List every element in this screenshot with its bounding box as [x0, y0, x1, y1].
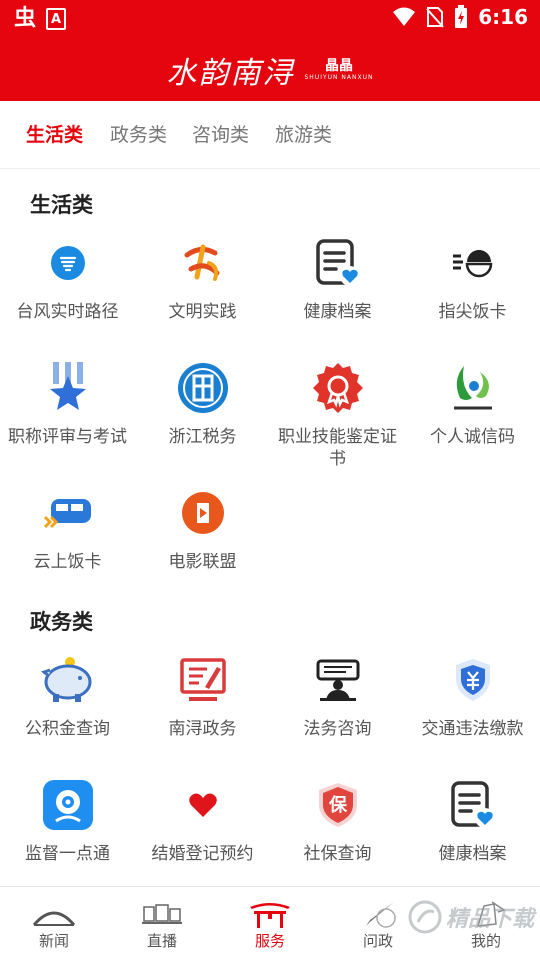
heart-icon — [173, 775, 233, 835]
service-legal-consult[interactable]: 法务咨询 — [270, 650, 405, 740]
live-icon — [139, 899, 185, 929]
tab-life[interactable]: 生活类 — [26, 121, 83, 149]
typhoon-icon — [38, 233, 98, 293]
service-typhoon[interactable]: 台风实时路径 — [0, 233, 135, 323]
download-site-watermark: 精品下载 — [408, 900, 534, 934]
item-label: 职称评审与考试 — [8, 427, 127, 447]
service-health-record[interactable]: 健康档案 — [270, 233, 405, 323]
gate-icon — [247, 899, 293, 929]
item-label: 指尖饭卡 — [438, 302, 507, 322]
item-label: 浙江税务 — [168, 427, 237, 447]
nav-label: 我的 — [470, 932, 501, 950]
status-bar-system: 6:16 — [392, 5, 528, 29]
item-label: 交通违法缴款 — [421, 719, 524, 739]
nav-label: 直播 — [146, 932, 177, 950]
nav-service[interactable]: 服务 — [216, 887, 324, 960]
item-label: 台风实时路径 — [16, 302, 119, 322]
item-label: 文明实践 — [168, 302, 237, 322]
tab-consulting[interactable]: 咨询类 — [192, 121, 249, 149]
watermark-text: 精品下载 — [445, 907, 534, 932]
social-security-icon: 保 — [308, 775, 368, 835]
logo-subtitle-cn: 晶晶 — [324, 58, 353, 74]
service-housing-fund[interactable]: 公积金查询 — [0, 650, 135, 740]
logo-subtitle-en: SHUIYUN NANXUN — [304, 74, 374, 81]
nav-label: 新闻 — [38, 932, 69, 950]
title-review-icon — [38, 358, 98, 418]
item-label: 个人诚信码 — [430, 427, 515, 447]
brush-icon — [355, 899, 401, 929]
certificate-icon — [308, 358, 368, 418]
service-health-record-2[interactable]: 健康档案 — [405, 775, 540, 865]
nav-live[interactable]: 直播 — [108, 887, 216, 960]
item-label: 监督一点通 — [25, 844, 110, 864]
film-icon — [173, 483, 233, 543]
notification-app-icon: 虫 — [14, 6, 37, 31]
service-title-review[interactable]: 职称评审与考试 — [0, 358, 135, 448]
health-record-icon — [308, 233, 368, 293]
item-label: 职业技能鉴定证书 — [278, 427, 397, 469]
item-label: 社保查询 — [303, 844, 372, 864]
logo-subtitle: 晶晶 SHUIYUN NANXUN — [304, 58, 373, 82]
nav-label: 问政 — [362, 932, 393, 950]
meal-card-icon — [443, 233, 503, 293]
item-label: 结婚登记预约 — [151, 844, 254, 864]
status-bar: 虫 A 6:16 — [0, 0, 540, 38]
tax-icon — [173, 358, 233, 418]
service-social-security[interactable]: 保 社保查询 — [270, 775, 405, 865]
tab-government[interactable]: 政务类 — [110, 121, 167, 149]
nav-news[interactable]: 新闻 — [0, 887, 108, 960]
battery-charging-icon — [455, 5, 468, 28]
service-cloud-meal-card[interactable]: 云上饭卡 — [0, 483, 135, 573]
logo-title: 水韵南浔 — [166, 56, 295, 91]
item-label: 法务咨询 — [303, 719, 372, 739]
service-film[interactable]: 电影联盟 — [135, 483, 270, 573]
service-meal-card[interactable]: 指尖饭卡 — [405, 233, 540, 323]
service-tax[interactable]: 浙江税务 — [135, 358, 270, 448]
piggy-bank-icon — [38, 650, 98, 710]
service-traffic-fine[interactable]: 交通违法缴款 — [405, 650, 540, 740]
section-title-life: 生活类 — [30, 193, 93, 217]
bridge-icon — [31, 899, 77, 929]
category-tabs: 生活类 政务类 咨询类 旅游类 — [0, 101, 540, 169]
traffic-fine-icon — [443, 650, 503, 710]
service-civilization[interactable]: 文明实践 — [135, 233, 270, 323]
notification-pdf-icon: A — [46, 8, 67, 30]
nav-label: 服务 — [254, 932, 285, 950]
civilization-icon — [173, 233, 233, 293]
health-record-icon — [443, 775, 503, 835]
item-label: 健康档案 — [438, 844, 507, 864]
service-credit-code[interactable]: 个人诚信码 — [405, 358, 540, 448]
cloud-meal-card-icon — [38, 483, 98, 543]
service-certificate[interactable]: 职业技能鉴定证书 — [270, 358, 405, 470]
svg-text:保: 保 — [328, 794, 348, 816]
service-nanxun-affairs[interactable]: 南浔政务 — [135, 650, 270, 740]
app-header: 虫 A 6:16 水韵南浔 晶晶 SHUIYUN NANXUN — [0, 0, 540, 101]
item-label: 云上饭卡 — [33, 552, 102, 572]
app-logo: 水韵南浔 晶晶 SHUIYUN NANXUN — [0, 44, 540, 96]
tab-tourism[interactable]: 旅游类 — [275, 121, 332, 149]
item-label: 公积金查询 — [25, 719, 110, 739]
supervision-camera-icon — [38, 775, 98, 835]
status-time: 6:16 — [478, 5, 528, 29]
no-sim-icon — [426, 7, 444, 28]
watermark-logo-icon — [408, 900, 442, 934]
item-label: 南浔政务 — [168, 719, 237, 739]
legal-consult-icon — [308, 650, 368, 710]
government-affairs-icon — [173, 650, 233, 710]
service-marriage[interactable]: 结婚登记预约 — [135, 775, 270, 865]
status-bar-notifications: 虫 A — [14, 6, 67, 32]
section-title-government: 政务类 — [30, 610, 93, 634]
service-supervision[interactable]: 监督一点通 — [0, 775, 135, 865]
item-label: 电影联盟 — [168, 552, 237, 572]
item-label: 健康档案 — [303, 302, 372, 322]
wifi-icon — [393, 7, 416, 26]
credit-code-icon — [443, 358, 503, 418]
